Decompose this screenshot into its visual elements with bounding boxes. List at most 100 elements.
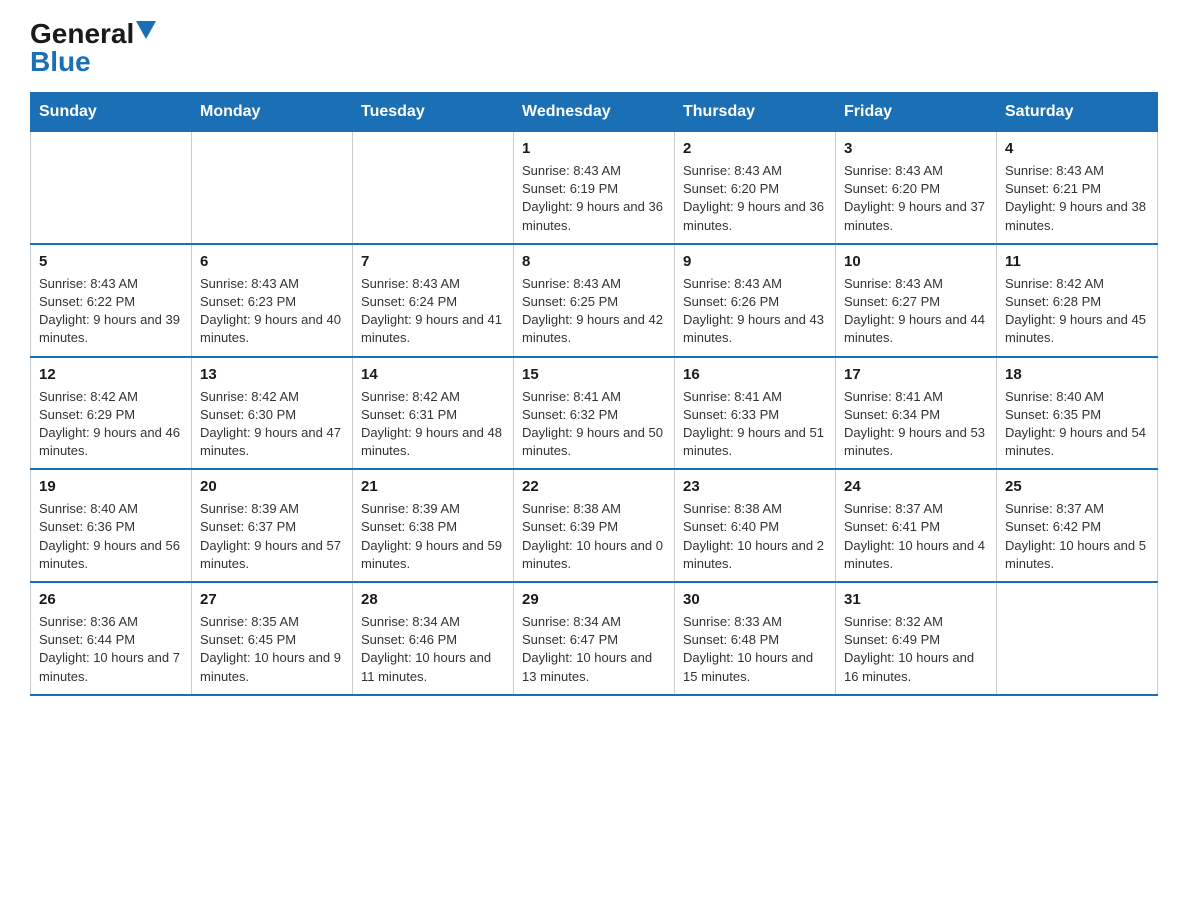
logo-general-text: General [30, 18, 134, 49]
calendar-cell: 28Sunrise: 8:34 AM Sunset: 6:46 PM Dayli… [353, 582, 514, 695]
calendar-week-row: 1 Sunrise: 8:43 AM Sunset: 6:19 PM Daylig… [31, 132, 1158, 244]
calendar-day-header: Sunday [31, 93, 192, 132]
day-info: Sunrise: 8:43 AM Sunset: 6:27 PM Dayligh… [844, 276, 985, 346]
day-number: 24 [844, 476, 988, 497]
calendar-day-header: Wednesday [514, 93, 675, 132]
day-info: Sunrise: 8:39 AM Sunset: 6:37 PM Dayligh… [200, 501, 341, 571]
day-number: 29 [522, 589, 666, 610]
day-info: Sunrise: 8:41 AM Sunset: 6:33 PM Dayligh… [683, 389, 824, 459]
day-number: 12 [39, 364, 183, 385]
calendar-week-row: 26Sunrise: 8:36 AM Sunset: 6:44 PM Dayli… [31, 582, 1158, 695]
day-info: Sunrise: 8:42 AM Sunset: 6:29 PM Dayligh… [39, 389, 180, 459]
calendar-cell: 5Sunrise: 8:43 AM Sunset: 6:22 PM Daylig… [31, 244, 192, 357]
calendar-cell [353, 132, 514, 244]
calendar-cell: 7Sunrise: 8:43 AM Sunset: 6:24 PM Daylig… [353, 244, 514, 357]
day-info: Sunrise: 8:37 AM Sunset: 6:41 PM Dayligh… [844, 501, 985, 571]
calendar-cell: 3Sunrise: 8:43 AM Sunset: 6:20 PM Daylig… [836, 132, 997, 244]
calendar-day-header: Saturday [997, 93, 1158, 132]
day-number: 2 [683, 138, 827, 159]
calendar-cell [31, 132, 192, 244]
day-info: Sunrise: 8:43 AM Sunset: 6:21 PM Dayligh… [1005, 163, 1146, 233]
calendar-cell: 6 Sunrise: 8:43 AM Sunset: 6:23 PM Daylig… [192, 244, 353, 357]
calendar-cell: 12 Sunrise: 8:42 AM Sunset: 6:29 PM Dayli… [31, 357, 192, 470]
day-number: 17 [844, 364, 988, 385]
calendar-cell: 22 Sunrise: 8:38 AM Sunset: 6:39 PM Dayli… [514, 469, 675, 582]
calendar-cell: 31 Sunrise: 8:32 AM Sunset: 6:49 PM Dayli… [836, 582, 997, 695]
day-number: 10 [844, 251, 988, 272]
day-number: 7 [361, 251, 505, 272]
day-number: 8 [522, 251, 666, 272]
calendar-cell [997, 582, 1158, 695]
calendar-day-header: Monday [192, 93, 353, 132]
day-number: 15 [522, 364, 666, 385]
logo-blue-text: Blue [30, 46, 91, 77]
calendar-cell: 26Sunrise: 8:36 AM Sunset: 6:44 PM Dayli… [31, 582, 192, 695]
calendar-cell: 11 Sunrise: 8:42 AM Sunset: 6:28 PM Dayli… [997, 244, 1158, 357]
day-info: Sunrise: 8:43 AM Sunset: 6:20 PM Dayligh… [683, 163, 824, 233]
day-number: 3 [844, 138, 988, 159]
calendar-cell: 17 Sunrise: 8:41 AM Sunset: 6:34 PM Dayli… [836, 357, 997, 470]
day-number: 1 [522, 138, 666, 159]
calendar-week-row: 5Sunrise: 8:43 AM Sunset: 6:22 PM Daylig… [31, 244, 1158, 357]
day-info: Sunrise: 8:43 AM Sunset: 6:23 PM Dayligh… [200, 276, 341, 346]
day-info: Sunrise: 8:40 AM Sunset: 6:35 PM Dayligh… [1005, 389, 1146, 459]
day-info: Sunrise: 8:43 AM Sunset: 6:22 PM Dayligh… [39, 276, 180, 346]
day-number: 21 [361, 476, 505, 497]
day-info: Sunrise: 8:37 AM Sunset: 6:42 PM Dayligh… [1005, 501, 1146, 571]
day-number: 6 [200, 251, 344, 272]
calendar-day-header: Tuesday [353, 93, 514, 132]
calendar-cell: 4 Sunrise: 8:43 AM Sunset: 6:21 PM Daylig… [997, 132, 1158, 244]
day-number: 19 [39, 476, 183, 497]
calendar-cell: 25Sunrise: 8:37 AM Sunset: 6:42 PM Dayli… [997, 469, 1158, 582]
day-info: Sunrise: 8:40 AM Sunset: 6:36 PM Dayligh… [39, 501, 180, 571]
day-number: 4 [1005, 138, 1149, 159]
day-number: 14 [361, 364, 505, 385]
day-number: 9 [683, 251, 827, 272]
day-number: 16 [683, 364, 827, 385]
calendar-cell: 19 Sunrise: 8:40 AM Sunset: 6:36 PM Dayli… [31, 469, 192, 582]
calendar-cell [192, 132, 353, 244]
page-header: General Blue [30, 20, 1158, 76]
logo-triangle-icon [136, 21, 156, 39]
day-number: 11 [1005, 251, 1149, 272]
day-info: Sunrise: 8:34 AM Sunset: 6:47 PM Dayligh… [522, 614, 652, 684]
calendar-cell: 20Sunrise: 8:39 AM Sunset: 6:37 PM Dayli… [192, 469, 353, 582]
day-number: 22 [522, 476, 666, 497]
day-info: Sunrise: 8:38 AM Sunset: 6:40 PM Dayligh… [683, 501, 824, 571]
day-info: Sunrise: 8:42 AM Sunset: 6:31 PM Dayligh… [361, 389, 502, 459]
day-info: Sunrise: 8:42 AM Sunset: 6:30 PM Dayligh… [200, 389, 341, 459]
calendar-cell: 10 Sunrise: 8:43 AM Sunset: 6:27 PM Dayli… [836, 244, 997, 357]
calendar-day-header: Friday [836, 93, 997, 132]
day-number: 13 [200, 364, 344, 385]
day-info: Sunrise: 8:39 AM Sunset: 6:38 PM Dayligh… [361, 501, 502, 571]
day-number: 26 [39, 589, 183, 610]
day-info: Sunrise: 8:33 AM Sunset: 6:48 PM Dayligh… [683, 614, 813, 684]
calendar-cell: 13 Sunrise: 8:42 AM Sunset: 6:30 PM Dayli… [192, 357, 353, 470]
calendar-header-row: SundayMondayTuesdayWednesdayThursdayFrid… [31, 93, 1158, 132]
calendar-week-row: 19 Sunrise: 8:40 AM Sunset: 6:36 PM Dayli… [31, 469, 1158, 582]
day-info: Sunrise: 8:42 AM Sunset: 6:28 PM Dayligh… [1005, 276, 1146, 346]
day-info: Sunrise: 8:32 AM Sunset: 6:49 PM Dayligh… [844, 614, 974, 684]
day-info: Sunrise: 8:41 AM Sunset: 6:32 PM Dayligh… [522, 389, 663, 459]
calendar-day-header: Thursday [675, 93, 836, 132]
logo: General Blue [30, 20, 156, 76]
calendar-cell: 8Sunrise: 8:43 AM Sunset: 6:25 PM Daylig… [514, 244, 675, 357]
calendar-cell: 16 Sunrise: 8:41 AM Sunset: 6:33 PM Dayli… [675, 357, 836, 470]
calendar-cell: 29 Sunrise: 8:34 AM Sunset: 6:47 PM Dayli… [514, 582, 675, 695]
day-info: Sunrise: 8:41 AM Sunset: 6:34 PM Dayligh… [844, 389, 985, 459]
day-number: 27 [200, 589, 344, 610]
calendar-table: SundayMondayTuesdayWednesdayThursdayFrid… [30, 92, 1158, 696]
calendar-cell: 18Sunrise: 8:40 AM Sunset: 6:35 PM Dayli… [997, 357, 1158, 470]
day-info: Sunrise: 8:43 AM Sunset: 6:19 PM Dayligh… [522, 163, 663, 233]
calendar-cell: 15 Sunrise: 8:41 AM Sunset: 6:32 PM Dayli… [514, 357, 675, 470]
calendar-cell: 21 Sunrise: 8:39 AM Sunset: 6:38 PM Dayli… [353, 469, 514, 582]
day-info: Sunrise: 8:34 AM Sunset: 6:46 PM Dayligh… [361, 614, 491, 684]
calendar-week-row: 12 Sunrise: 8:42 AM Sunset: 6:29 PM Dayli… [31, 357, 1158, 470]
day-info: Sunrise: 8:35 AM Sunset: 6:45 PM Dayligh… [200, 614, 341, 684]
calendar-cell: 30Sunrise: 8:33 AM Sunset: 6:48 PM Dayli… [675, 582, 836, 695]
day-info: Sunrise: 8:38 AM Sunset: 6:39 PM Dayligh… [522, 501, 663, 571]
calendar-cell: 24 Sunrise: 8:37 AM Sunset: 6:41 PM Dayli… [836, 469, 997, 582]
calendar-cell: 27 Sunrise: 8:35 AM Sunset: 6:45 PM Dayli… [192, 582, 353, 695]
calendar-cell: 14 Sunrise: 8:42 AM Sunset: 6:31 PM Dayli… [353, 357, 514, 470]
day-number: 31 [844, 589, 988, 610]
